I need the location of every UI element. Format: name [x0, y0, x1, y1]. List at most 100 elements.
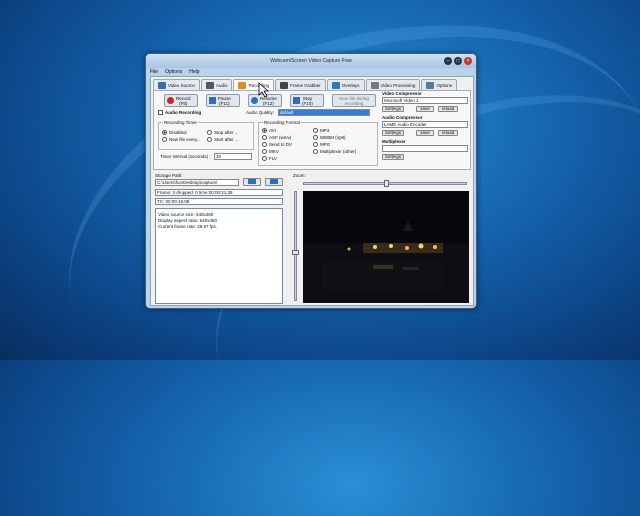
info-box: Video source size: 640x480 Display aspec…	[155, 208, 283, 304]
format-option[interactable]: MKV	[262, 149, 279, 154]
recording-page: Record (F5) Pause (F11) Resume (F12) Stop (F…	[153, 90, 471, 170]
multiplexer-title: Multiplexer	[382, 139, 406, 144]
format-option[interactable]: AVI	[262, 128, 276, 133]
format-option[interactable]: MPG	[313, 142, 330, 147]
recording-format-title: Recording Format	[263, 120, 302, 125]
microphone-icon	[205, 81, 214, 89]
camera-icon	[279, 81, 288, 89]
tab-video-processing[interactable]: Video Processing	[365, 79, 421, 90]
timer-option[interactable]: New file every...	[162, 137, 201, 142]
radio[interactable]	[262, 156, 267, 161]
night-scene-image	[303, 191, 469, 303]
record-key: (F5)	[179, 100, 188, 106]
radio[interactable]	[162, 130, 167, 135]
video-settings-button[interactable]: Settings	[382, 106, 404, 112]
audio-quality-select[interactable]: default	[278, 109, 370, 116]
timer-interval-input[interactable]: 30	[214, 153, 252, 160]
window-title: Webcam/Screen Video Capture Free	[270, 58, 352, 64]
title-bar[interactable]: Webcam/Screen Video Capture Free – □ ×	[146, 54, 476, 68]
pause-button[interactable]: Pause (F11)	[206, 94, 240, 107]
video-reload-button[interactable]: reload	[438, 106, 458, 112]
radio[interactable]	[313, 128, 318, 133]
format-option[interactable]: WEBM (vp8)	[313, 135, 346, 140]
zoom-slider-knob[interactable]	[384, 180, 389, 187]
format-option-label: Send to DV	[269, 142, 293, 147]
frame-stats: Frame: 3 dropped: 0 time:00:00:21.35	[155, 189, 283, 196]
format-option-label: Multiplexer (other)	[320, 149, 357, 154]
format-option[interactable]: Send to DV	[262, 142, 292, 147]
audio-quality-label: Audio Quality:	[246, 110, 275, 115]
tab-frame-grabber[interactable]: Frame Grabber	[274, 79, 326, 90]
audio-settings-button[interactable]: Settings	[382, 130, 404, 136]
folder-icon	[248, 179, 256, 184]
multiplexer-select[interactable]	[382, 145, 468, 152]
tab-overlays[interactable]: Overlays	[326, 79, 365, 90]
timer-option[interactable]: Start after ...	[207, 137, 239, 142]
radio[interactable]	[262, 142, 267, 147]
format-option[interactable]: MP4	[313, 128, 329, 133]
audio-compressor-title: Audio Compressor	[382, 115, 423, 120]
radio[interactable]	[262, 135, 267, 140]
timer-option-label: New file every...	[169, 137, 201, 142]
format-option-label: AVI	[269, 128, 276, 133]
tab-label: Overlays	[341, 82, 360, 88]
main-panel: Video Source Audio Recording Frame Grabb…	[150, 76, 474, 306]
tab-label: Frame Grabber	[289, 82, 321, 88]
stop-button[interactable]: Stop (F10)	[290, 94, 324, 107]
tab-bar: Video Source Audio Recording Frame Grabb…	[153, 79, 471, 91]
format-option[interactable]: FLV	[262, 156, 277, 161]
format-option-label: FLV	[269, 156, 277, 161]
timer-interval-label: Timer interval (seconds) :	[160, 154, 211, 159]
app-window: Webcam/Screen Video Capture Free – □ × F…	[145, 53, 477, 309]
stop-icon	[293, 97, 300, 104]
video-save-button[interactable]: save	[416, 106, 434, 112]
menu-help[interactable]: Help	[189, 69, 199, 75]
radio[interactable]	[313, 135, 318, 140]
close-button[interactable]: ×	[464, 57, 472, 65]
processing-icon	[370, 81, 379, 89]
menu-options[interactable]: Options	[165, 69, 182, 75]
recording-icon	[238, 82, 247, 89]
tab-options[interactable]: Options	[421, 79, 457, 90]
vertical-slider-knob[interactable]	[292, 250, 299, 255]
record-icon	[167, 97, 174, 104]
tab-audio[interactable]: Audio	[200, 79, 233, 90]
zoom-slider[interactable]	[303, 180, 467, 187]
tab-video-source[interactable]: Video Source	[153, 79, 200, 90]
maximize-button[interactable]: □	[454, 57, 462, 65]
recording-timer-group: Recording Timer Disabled New file every.…	[158, 120, 254, 150]
checkbox[interactable]	[158, 110, 163, 115]
radio[interactable]	[313, 149, 318, 154]
audio-reload-button[interactable]: reload	[438, 130, 458, 136]
timer-option[interactable]: Stop after ...	[207, 130, 239, 135]
minimize-button[interactable]: –	[444, 57, 452, 65]
storage-path-label: Storage Path:	[155, 173, 183, 178]
video-source-icon	[158, 81, 166, 89]
radio[interactable]	[207, 130, 212, 135]
open-folder-button[interactable]	[265, 178, 283, 186]
timer-option[interactable]: Disabled	[162, 130, 187, 135]
timecode: TC: 00:00:19.08	[155, 198, 283, 205]
radio[interactable]	[262, 128, 267, 133]
audio-recording-checkbox[interactable]: Audio Recording	[158, 110, 201, 115]
format-option[interactable]: Multiplexer (other)	[313, 149, 356, 154]
vertical-slider[interactable]	[292, 191, 299, 301]
browse-folder-button[interactable]	[243, 178, 261, 186]
video-compressor-select[interactable]: Microsoft Video 1	[382, 97, 468, 104]
audio-compressor-select[interactable]: LAME Audio Encoder	[382, 121, 468, 128]
multiplexer-settings-button[interactable]: Settings	[382, 154, 404, 160]
record-button[interactable]: Record (F5)	[164, 94, 198, 107]
radio[interactable]	[207, 137, 212, 142]
new-file-button[interactable]: New file during recording	[332, 94, 376, 107]
storage-path-input[interactable]: C:\Users\fun\Desktop\capture\	[155, 179, 239, 186]
menu-file[interactable]: File	[150, 69, 158, 75]
timer-option-label: Start after ...	[214, 137, 239, 142]
audio-save-button[interactable]: save	[416, 130, 434, 136]
radio[interactable]	[162, 137, 167, 142]
format-option[interactable]: ASF (wmv)	[262, 135, 291, 140]
video-compressor-title: Video Compressor	[382, 91, 422, 96]
radio[interactable]	[262, 149, 267, 154]
radio[interactable]	[313, 142, 318, 147]
menu-bar: File Options Help	[150, 69, 200, 75]
new-file-label: New file during recording	[339, 95, 369, 106]
